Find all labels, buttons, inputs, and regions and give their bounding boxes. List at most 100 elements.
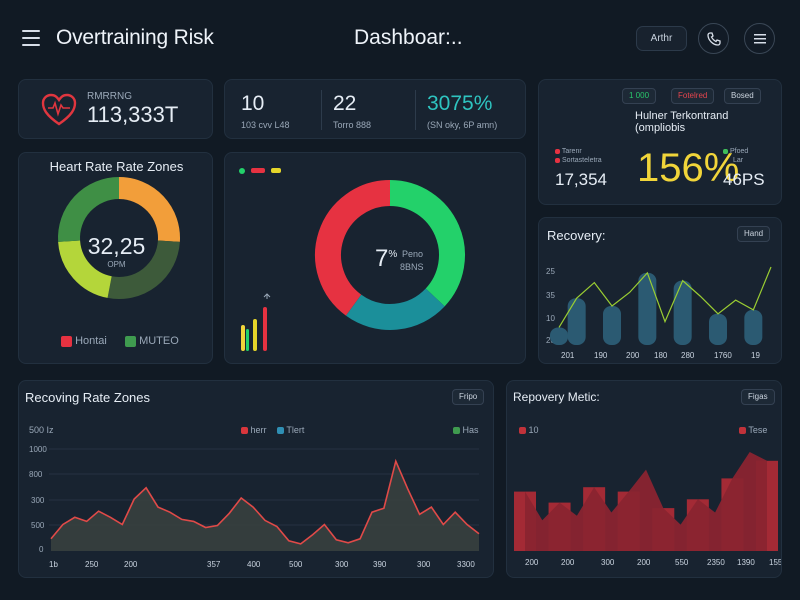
tag-flagged[interactable]: Fotelred <box>671 88 715 104</box>
training-load-card: 1 000 Fotelred Bosed Hulner Terkontrand … <box>538 79 782 205</box>
recovery-bar <box>550 327 568 345</box>
status-dot <box>251 168 265 173</box>
recovery-bars <box>550 272 763 345</box>
y-tick-label: 500 <box>31 521 45 530</box>
x-tick-label: 300 <box>417 560 431 569</box>
top-bar: Overtraining Risk Dashboar:.. Arthr <box>0 0 800 76</box>
legend-item: MUTEO <box>125 335 179 347</box>
legend-label: 10 <box>528 425 539 435</box>
legend-swatch <box>453 427 460 435</box>
stat-value-2: 22 <box>333 92 357 115</box>
recovery-tag[interactable]: Hand <box>737 226 771 242</box>
legend-label: Tarenr <box>561 148 582 155</box>
y-tick-label: 25 <box>546 267 555 276</box>
legend-item: Pfoed <box>723 148 748 155</box>
recovering-tag[interactable]: Fripo <box>452 389 485 405</box>
x-tick-label: 200 <box>525 558 539 567</box>
mini-bar <box>253 319 257 351</box>
mini-bar <box>263 307 267 351</box>
x-tick-label: 400 <box>247 560 261 569</box>
mini-bar <box>241 325 245 351</box>
list-icon <box>754 34 766 44</box>
author-button[interactable]: Arthr <box>636 26 687 51</box>
x-tick-label: 300 <box>601 558 615 567</box>
legend-item: Has <box>453 425 479 435</box>
legend-item: Tese <box>739 425 767 435</box>
recovery-bar <box>567 298 586 345</box>
x-tick-label: 1550 <box>769 558 782 567</box>
y-tick-label: 300 <box>31 496 45 505</box>
stat-label-2: Torro 888 <box>333 120 372 130</box>
x-tick-label: 280 <box>681 351 695 360</box>
load-left-value: 17,354 <box>555 170 607 189</box>
x-tick-label: 357 <box>207 560 221 569</box>
arrow-up-icon <box>263 293 271 299</box>
stat-value-3: 3075% <box>427 92 493 115</box>
x-tick-label: 1b <box>49 560 58 569</box>
y-axis-label: 500 Iz <box>29 425 54 435</box>
legend-item: Tlert <box>277 425 304 435</box>
x-tick-label: 550 <box>675 558 689 567</box>
zone-distribution-card: 7% Peno 8BNS <box>224 152 526 364</box>
heart-zones-center-value: 32,25 <box>87 233 146 259</box>
recovery-bar <box>673 280 692 345</box>
y-tick-label: 10 <box>546 314 555 323</box>
recovery-metrics-title: Repovery Metic: <box>513 390 600 404</box>
recovery-metrics-card: Repovery Metic: Figas 10 Tese 200 200 30… <box>506 380 782 578</box>
legend-swatch <box>277 427 284 435</box>
x-tick-label: 200 <box>626 351 640 360</box>
legend-label: Has <box>462 425 479 435</box>
metric-area <box>525 452 767 551</box>
donut-center-line2: 8BNS <box>400 262 424 272</box>
x-tick-label: 250 <box>85 560 99 569</box>
load-right-value: 46PS <box>723 170 765 189</box>
zone-distribution-slice <box>389 180 465 307</box>
stat-label-1: 103 cvv L48 <box>241 120 290 130</box>
legend-item: Hontai <box>61 335 107 347</box>
x-tick-label: 200 <box>561 558 575 567</box>
load-title: Hulner Terkontrand <box>635 110 729 122</box>
risk-label: RMRRNG <box>87 91 132 102</box>
phone-icon <box>707 32 721 46</box>
legend-label: Sortasteletra <box>561 157 602 164</box>
recovery-chart: 25 35 10 20 201 190 200 180 280 1760 19 <box>546 266 772 360</box>
legend-item: Tarenr <box>555 148 582 155</box>
zones-area <box>51 461 479 551</box>
legend-item: 10 <box>519 425 539 435</box>
y-tick-label: 800 <box>29 470 43 479</box>
page-title: Dashboar:.. <box>354 26 463 49</box>
donut-center-value: 7% <box>375 245 397 273</box>
heart-rate-zones-card: Heart Rate Rate Zones 32,25 OPM Hontai M… <box>18 152 213 364</box>
phone-button[interactable] <box>698 23 729 54</box>
status-dot <box>271 168 281 173</box>
legend-item: herr <box>241 425 267 435</box>
legend-label: Pfoed <box>729 148 749 155</box>
app-title: Overtraining Risk <box>56 26 214 49</box>
recovery-metrics-tag[interactable]: Figas <box>741 389 775 405</box>
donut-center-line1: Peno <box>402 249 424 259</box>
legend-label: MUTEO <box>139 335 179 347</box>
menu-icon[interactable] <box>22 30 40 46</box>
legend-swatch <box>241 427 248 435</box>
x-tick-label: 2350 <box>707 558 725 567</box>
legend-item: Sortasteletra <box>555 157 602 164</box>
donut-center-unit: % <box>388 249 398 260</box>
y-tick-label: 0 <box>39 545 44 554</box>
recovery-bar <box>638 272 657 345</box>
heart-icon <box>41 93 77 126</box>
tag-based[interactable]: Bosed <box>724 88 761 104</box>
legend-label: Tese <box>748 425 768 435</box>
x-tick-label: 19 <box>751 351 760 360</box>
recovery-title: Recovery: <box>547 228 606 243</box>
recovery-line <box>558 266 772 328</box>
legend-swatch <box>125 335 136 347</box>
y-tick-label: 35 <box>546 291 555 300</box>
x-tick-label: 200 <box>124 560 138 569</box>
tag-count[interactable]: 1 000 <box>622 88 657 104</box>
list-button[interactable] <box>744 23 775 54</box>
x-tick-label: 300 <box>335 560 349 569</box>
stat-value-1: 10 <box>241 92 265 115</box>
legend-swatch <box>739 427 746 435</box>
legend-label: Tlert <box>286 425 305 435</box>
legend-label: herr <box>250 425 267 435</box>
